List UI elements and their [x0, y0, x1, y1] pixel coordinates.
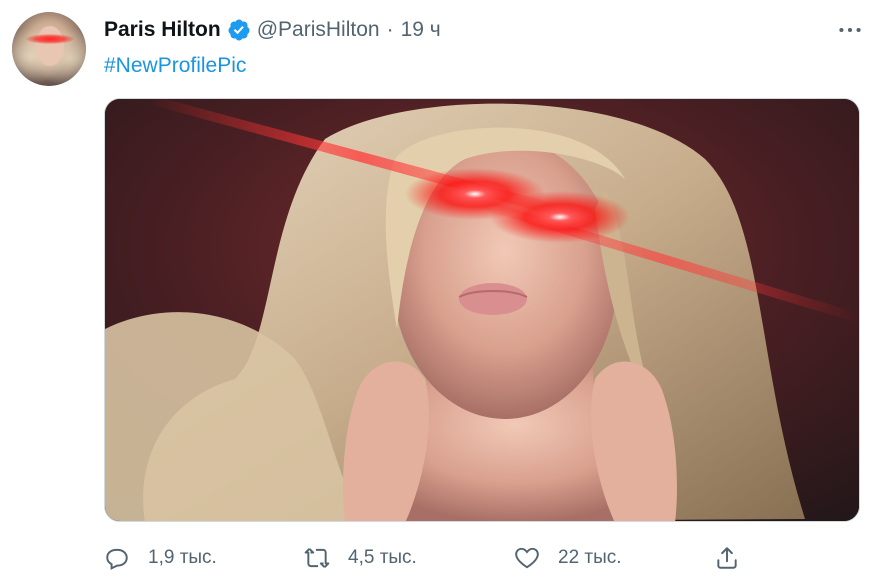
- hashtag-link[interactable]: #NewProfilePic: [104, 52, 246, 80]
- share-button[interactable]: [714, 542, 758, 574]
- heart-icon: [515, 547, 539, 569]
- verified-badge-icon: [227, 18, 251, 42]
- tweet-actions: 1,9 тыс. 4,5 тыс. 22 тыс.: [104, 542, 766, 574]
- separator-dot: ·: [386, 18, 394, 41]
- tweet-header: Paris Hilton @ParisHilton · 19 ч: [104, 16, 866, 44]
- tweet-timestamp[interactable]: 19 ч: [401, 16, 441, 44]
- more-options-icon[interactable]: [836, 20, 864, 40]
- avatar-face: [36, 26, 64, 66]
- like-button[interactable]: 22 тыс.: [514, 542, 622, 574]
- author-handle[interactable]: @ParisHilton: [257, 16, 380, 44]
- author-name[interactable]: Paris Hilton: [104, 16, 221, 44]
- like-count: 22 тыс.: [558, 547, 622, 568]
- tweet-photo[interactable]: [104, 98, 860, 522]
- retweet-icon: [304, 548, 330, 568]
- reply-count: 1,9 тыс.: [148, 547, 217, 568]
- share-icon: [717, 547, 737, 569]
- photo-illustration: [105, 99, 859, 521]
- reply-icon: [106, 548, 128, 570]
- reply-button[interactable]: 1,9 тыс.: [104, 542, 217, 574]
- avatar[interactable]: [12, 12, 86, 86]
- retweet-button[interactable]: 4,5 тыс.: [304, 542, 417, 574]
- avatar-laser-eyes: [26, 34, 74, 44]
- retweet-count: 4,5 тыс.: [348, 547, 417, 568]
